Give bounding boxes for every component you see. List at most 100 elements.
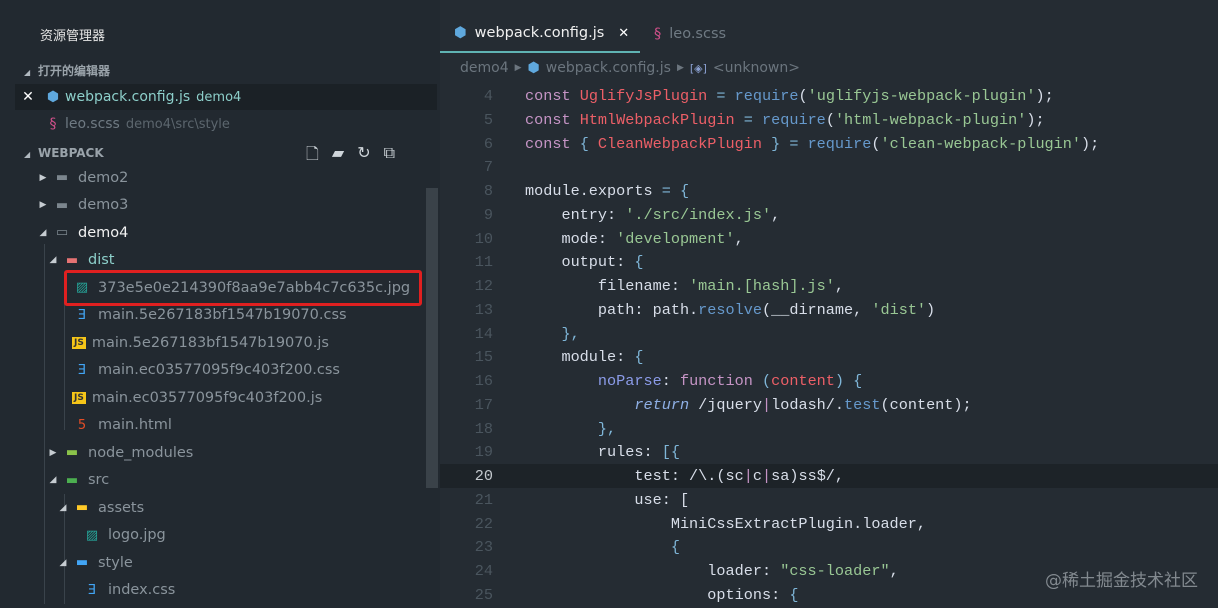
css-file-icon: Ǝ [72,363,92,378]
code-token: require [762,111,826,129]
tree-item-label: main.ec03577095f9c403f200.js [92,390,323,406]
code-token: CleanWebpackPlugin [598,135,762,153]
open-editor-name: leo.scss [65,116,120,132]
code-line: 7 [440,155,1218,179]
refresh-icon[interactable]: ↻ [357,143,370,170]
code-token: ); [1035,87,1053,105]
code-token: c [753,467,762,485]
tab-leo-scss[interactable]: § leo.scss [640,15,740,53]
line-number: 12 [440,277,493,295]
open-editors-header[interactable]: ◢打开的编辑器 [24,62,110,79]
code-token: 'clean-webpack-plugin' [881,135,1082,153]
tree-item-label: main.5e267183bf1547b19070.js [92,335,329,351]
code-token: { [634,253,643,271]
symbol-icon: [◈] [690,62,707,75]
tree-item-label: dist [88,252,114,268]
breadcrumb-item[interactable]: demo4 [460,60,509,76]
code-token: UglifyJsPlugin [580,87,708,105]
expanded-icon[interactable]: ◢ [34,228,52,238]
breadcrumb-item[interactable]: <unknown> [713,60,800,76]
line-number: 8 [440,182,493,200]
code-line: 11 output: { [440,250,1218,274]
tree-item[interactable]: 5main.html [54,412,172,439]
collapsed-icon[interactable]: ▶ [44,448,62,458]
new-file-icon[interactable]: 🗋 [306,143,319,170]
expanded-icon[interactable]: ◢ [44,475,62,485]
breadcrumb-item[interactable]: webpack.config.js [546,60,671,76]
workspace-label: WEBPACK [38,146,104,160]
tree-item-label: style [98,555,133,571]
line-number: 4 [440,87,493,105]
tree-item-label: node_modules [88,445,193,461]
code-token: } = [762,135,808,153]
expanded-icon[interactable]: ◢ [54,503,72,513]
collapsed-icon[interactable]: ▶ [34,200,52,210]
tree-item[interactable]: ▶▬node_modules [44,439,193,466]
tree-item-label: main.5e267183bf1547b19070.css [98,307,347,323]
code-token: MiniCssExtractPlugin.loader, [525,515,926,533]
code-token: const [525,87,571,105]
code-token: options: [525,586,789,604]
folder-assets-icon: ▬ [72,500,92,515]
code-token: , [735,230,744,248]
tree-item[interactable]: JSmain.ec03577095f9c403f200.js [54,384,322,411]
line-number: 18 [440,420,493,438]
line-number: 17 [440,396,493,414]
code-line: 21 use: [ [440,488,1218,512]
open-editors-label: 打开的编辑器 [38,64,110,78]
tree-item[interactable]: ▶▬demo3 [34,192,128,219]
line-number: 13 [440,301,493,319]
line-number: 7 [440,158,493,176]
tab-webpack-config[interactable]: ⬢ webpack.config.js ✕ [440,15,640,53]
code-token: rules: [525,443,662,461]
watermark: @稀土掘金技术社区 [1045,566,1198,591]
line-number: 16 [440,372,493,390]
sidebar-scrollbar[interactable] [426,188,438,488]
tree-item[interactable]: Ǝmain.ec03577095f9c403f200.css [54,357,340,384]
folder-style-icon: ▬ [72,555,92,570]
code-token: use: [ [525,491,689,509]
new-folder-icon[interactable]: ▰ [332,143,344,170]
expanded-icon[interactable]: ◢ [44,255,62,265]
tree-item[interactable]: ◢▬assets [54,494,144,521]
open-editor-item[interactable]: § leo.scss demo4\src\style [15,111,437,137]
collapsed-icon[interactable]: ▶ [34,173,52,183]
expanded-icon: ◢ [24,68,38,77]
code-token: ); [1081,135,1099,153]
code-token: './src/index.js' [625,206,771,224]
code-token: const [525,135,571,153]
code-line: 20 test: /\.(sc|c|sa)ss$/, [440,464,1218,488]
code-token: mode: [525,230,616,248]
workspace-header[interactable]: ◢WEBPACK [24,146,104,160]
line-number: 10 [440,230,493,248]
line-number: 21 [440,491,493,509]
code-token: 'uglifyjs-webpack-plugin' [808,87,1036,105]
folder-dist-icon: ▬ [62,253,82,268]
expanded-icon[interactable]: ◢ [54,558,72,568]
code-token: 'dist' [871,301,926,319]
code-token: const [525,111,571,129]
tree-item[interactable]: ◢▭demo4 [34,219,128,246]
close-icon[interactable]: ✕ [15,89,41,105]
tree-item[interactable]: ◢▬ style [54,549,133,576]
code-token: }, [525,325,580,343]
tree-item[interactable]: ◢▬src [44,467,109,494]
code-token: [{ [662,443,680,461]
code-token: | [744,467,753,485]
code-line: 14 }, [440,322,1218,346]
tree-item[interactable]: Ǝindex.css [64,577,175,604]
code-line: 8module.exports = { [440,179,1218,203]
tree-item[interactable]: JSmain.5e267183bf1547b19070.js [54,329,329,356]
code-token: module.exports [525,182,653,200]
tree-item[interactable]: ▨logo.jpg [64,522,166,549]
tree-item[interactable]: ▶▬demo2 [34,164,128,191]
code-token: { [571,135,598,153]
code-token: ( [871,135,880,153]
sass-icon: § [654,26,661,42]
open-editor-item[interactable]: ✕ ⬢ webpack.config.js demo4 [15,84,437,110]
collapse-all-icon[interactable]: ⧉ [384,143,395,170]
code-token [571,111,580,129]
line-number: 22 [440,515,493,533]
close-icon[interactable]: ✕ [618,26,629,41]
code-line: 13 path: path.resolve(__dirname, 'dist') [440,298,1218,322]
